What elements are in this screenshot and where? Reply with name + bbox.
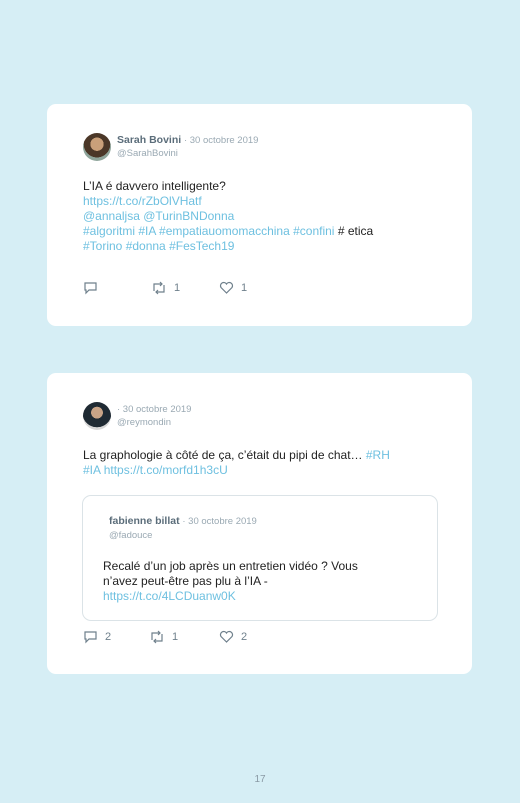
reply-icon bbox=[84, 631, 97, 644]
like-count: 1 bbox=[241, 282, 248, 294]
tweet-date[interactable]: · 30 octobre 2019 bbox=[117, 404, 191, 415]
heart-icon bbox=[219, 281, 234, 294]
quoted-tweet-line: Recalé d’un job après un entretien vidéo… bbox=[103, 559, 358, 573]
tweet-hashtags[interactable]: #Torino #donna #FesTech19 bbox=[83, 239, 450, 254]
tweet-line: L’IA é davvero intelligente? bbox=[83, 179, 226, 193]
tweet-link[interactable]: https://t.co/rZbOlVHatf bbox=[83, 194, 450, 209]
reply-button[interactable] bbox=[83, 281, 105, 295]
quoted-tweet-header: fabienne billat · 30 octobre 2019 @fadou… bbox=[109, 514, 257, 543]
quoted-tweet-line: n’avez peut-être pas plu à l’IA - bbox=[103, 574, 268, 588]
quoted-tweet[interactable]: fabienne billat · 30 octobre 2019 @fadou… bbox=[82, 495, 438, 621]
tweet-header: Sarah Bovini · 30 octobre 2019 @SarahBov… bbox=[117, 134, 258, 160]
quoted-author-handle[interactable]: @fadouce bbox=[109, 530, 152, 541]
like-button[interactable]: 2 bbox=[219, 630, 247, 644]
retweet-icon bbox=[151, 630, 163, 644]
reply-button[interactable]: 2 bbox=[83, 630, 111, 644]
tweet-hashtag[interactable]: #RH bbox=[366, 448, 390, 462]
tweet-plain-text: La graphologie à côté de ça, c’était du … bbox=[83, 448, 366, 462]
quoted-author-name[interactable]: fabienne billat bbox=[109, 515, 180, 527]
avatar[interactable] bbox=[83, 133, 111, 161]
heart-icon bbox=[219, 630, 234, 643]
author-name[interactable]: Sarah Bovini bbox=[117, 134, 181, 146]
retweet-button[interactable]: 1 bbox=[149, 630, 178, 644]
retweet-count: 1 bbox=[172, 631, 179, 643]
tweet-hashtag[interactable]: #IA bbox=[83, 463, 100, 477]
tweet-plain-text: # etica bbox=[334, 224, 374, 238]
reply-count: 2 bbox=[105, 631, 112, 643]
page-number: 17 bbox=[254, 774, 266, 785]
tweet-mentions[interactable]: @annaljsa @TurinBNDonna bbox=[83, 209, 450, 224]
tweet-link[interactable]: https://t.co/morfd1h3cU bbox=[100, 463, 228, 477]
tweet-header: · 30 octobre 2019 @reymondin bbox=[117, 403, 191, 429]
retweet-button[interactable]: 1 bbox=[151, 281, 180, 295]
author-handle[interactable]: @SarahBovini bbox=[117, 148, 178, 159]
quoted-tweet-date[interactable]: · 30 octobre 2019 bbox=[182, 516, 256, 527]
tweet-hashtags[interactable]: #algoritmi #IA #empatiauomomacchina #con… bbox=[83, 224, 334, 238]
avatar[interactable] bbox=[83, 402, 111, 430]
tweet-text: La graphologie à côté de ça, c’était du … bbox=[83, 448, 450, 478]
tweet-text: L’IA é davvero intelligente? https://t.c… bbox=[83, 179, 450, 254]
tweet-card-reymondin: · 30 octobre 2019 @reymondin La grapholo… bbox=[47, 373, 472, 674]
like-count: 2 bbox=[241, 631, 248, 643]
retweet-icon bbox=[153, 281, 165, 295]
tweet-card-sarah: Sarah Bovini · 30 octobre 2019 @SarahBov… bbox=[47, 104, 472, 326]
quoted-tweet-link[interactable]: https://t.co/4LCDuanw0K bbox=[103, 589, 403, 604]
quoted-tweet-text: Recalé d’un job après un entretien vidéo… bbox=[103, 559, 403, 604]
author-handle[interactable]: @reymondin bbox=[117, 417, 171, 428]
like-button[interactable]: 1 bbox=[219, 281, 247, 295]
reply-icon bbox=[84, 282, 97, 295]
retweet-count: 1 bbox=[174, 282, 181, 294]
tweet-date[interactable]: · 30 octobre 2019 bbox=[184, 135, 258, 146]
